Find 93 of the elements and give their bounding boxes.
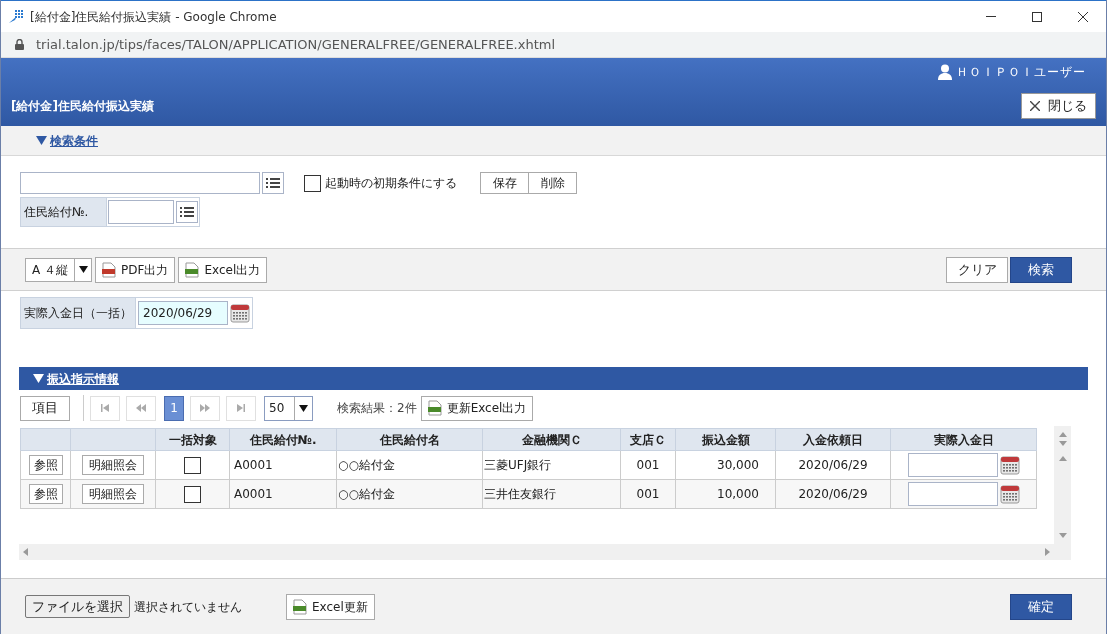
scroll-down-icon [1058,533,1067,538]
condition-input-field[interactable] [20,172,260,194]
search-button[interactable]: 検索 [1010,256,1072,283]
checkbox[interactable] [304,174,321,192]
close-page-button[interactable]: 閉じる [1021,93,1096,119]
first-page-icon [100,404,110,412]
table-cell: A0001 [229,450,337,480]
column-header: 住民給付№. [229,428,337,451]
table-cell: 三井住友銀行 [482,479,621,509]
table-cell: 30,000 [675,450,776,480]
table-cell: 001 [620,479,676,509]
table-cell: 2020/06/29 [775,450,891,480]
excel-output-button[interactable]: Excel出力 [178,256,268,283]
list-icon [180,206,194,218]
window-title: [給付金]住民給付振込実績 - Google Chrome [30,8,277,26]
table-cell: 2020/06/29 [775,479,891,509]
table-cell: 001 [620,450,676,480]
address-bar[interactable]: trial.talon.jp/tips/faces/TALON/APPLICATION/GENERALFREE/GENERALFREE.xhtml [1,32,1106,58]
field-label: 実際入金日（一括） [21,298,136,328]
fast-forward-icon [200,404,210,412]
checkbox-label: 起動時の初期条件にする [325,175,457,192]
field-label: 住民給付№. [21,198,107,226]
detail-button[interactable]: 明細照会 [82,484,144,504]
page-title: [給付金]住民給付振込実績 [11,98,154,115]
scroll-right-icon [1045,548,1050,556]
close-icon [1078,11,1088,22]
columns-button[interactable]: 項目 [20,395,70,421]
date-input-field[interactable]: 2020/06/29 [138,301,228,325]
view-button[interactable]: 参照 [28,484,63,504]
table-cell: A0001 [229,479,337,509]
scroll-left-icon [23,548,28,556]
excel-export-button[interactable]: 更新Excel出力 [420,395,534,421]
rewind-icon [136,404,146,412]
scroll-up-icon [1058,432,1067,437]
minimize-icon [986,16,996,17]
column-header: 支店Ｃ [620,428,676,451]
list-icon [266,177,280,189]
column-header: 一括対象 [155,428,230,451]
table-cell: 10,000 [675,479,776,509]
vertical-scrollbar[interactable] [1054,426,1071,560]
maximize-icon [1032,11,1042,22]
view-button[interactable]: 参照 [28,455,63,475]
column-header: 振込金額 [675,428,776,451]
calendar-icon[interactable] [1000,455,1020,475]
detail-button[interactable]: 明細照会 [82,455,144,475]
table-cell: ○○給付金 [336,450,483,480]
user-name: ＨＯＩＰＯＩユーザー [956,64,1086,81]
column-header: 金融機関Ｃ [482,428,621,451]
input-field[interactable] [108,200,174,224]
scroll-up-icon [1058,456,1067,461]
list-button[interactable] [262,172,284,194]
delete-button[interactable]: 削除 [528,172,577,194]
column-header: 実際入金日 [890,428,1037,451]
dropdown-arrow-icon [78,266,88,273]
header-cell [20,428,71,451]
paper-size-dropdown[interactable]: A ４縦 [25,257,93,282]
lock-icon [15,39,24,50]
list-button[interactable] [176,201,198,223]
spreadsheet-file-icon [427,400,442,416]
collapse-triangle-icon[interactable] [33,374,44,383]
column-header: 入金依頼日 [775,428,891,451]
pdf-file-icon [102,261,117,278]
excel-update-button[interactable]: Excel更新 [286,593,375,620]
scroll-down-icon [1058,441,1067,446]
app-logo-icon [8,8,24,25]
table-cell: ○○給付金 [336,479,483,509]
collapse-triangle-icon[interactable] [36,136,47,145]
spreadsheet-file-icon [293,598,307,615]
calendar-icon[interactable] [230,303,250,323]
horizontal-scrollbar[interactable] [19,544,1054,560]
page-size-dropdown[interactable]: 50 [264,395,313,421]
checkbox[interactable] [184,456,201,474]
dropdown-arrow-icon [299,404,308,412]
save-button[interactable]: 保存 [480,172,529,194]
url-text: trial.talon.jp/tips/faces/TALON/APPLICATION/GENERALFREE/GENERALFREE.xhtml [36,35,556,54]
file-status: 選択されていません [134,598,242,616]
date-input-field[interactable] [908,482,998,506]
user-icon [938,64,952,80]
search-conditions-link[interactable]: 検索条件 [50,131,98,150]
result-count: 検索結果：2件 [337,400,417,417]
spreadsheet-file-icon [185,261,200,278]
choose-file-button[interactable]: ファイルを選択 [25,595,130,618]
pdf-output-button[interactable]: PDF出力 [95,256,176,283]
checkbox[interactable] [184,485,201,503]
column-header: 住民給付名 [336,428,483,451]
calendar-icon[interactable] [1000,484,1020,504]
transfer-section-link[interactable]: 振込指示情報 [47,369,119,388]
clear-button[interactable]: クリア [946,256,1008,283]
last-page-icon [236,404,246,412]
table-cell: 三菱UFJ銀行 [482,450,621,480]
confirm-button[interactable]: 確定 [1010,593,1072,620]
date-input-field[interactable] [908,453,998,477]
close-icon [1030,101,1040,111]
